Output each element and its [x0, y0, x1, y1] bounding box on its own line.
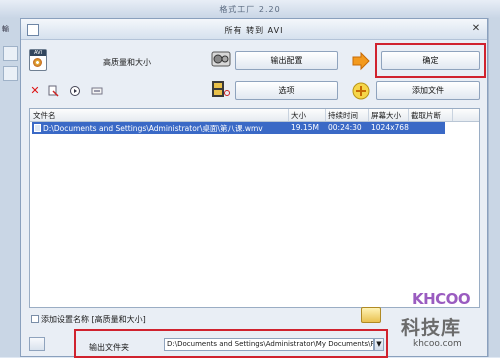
column-header-clip[interactable]: 截取片断 [411, 110, 441, 121]
save-setting-label: 添加设置名称 [高质量和大小] [41, 315, 146, 324]
column-header-size[interactable]: 大小 [291, 110, 306, 121]
background-sidebar: 輸 [0, 18, 21, 357]
table-row[interactable]: D:\Documents and Settings\Administrator\… [32, 122, 445, 134]
row-filename: D:\Documents and Settings\Administrator\… [43, 124, 263, 133]
delete-icon[interactable]: ✕ [29, 85, 41, 97]
column-divider [452, 109, 453, 121]
background-titlebar: 格式工厂 2.20 [0, 0, 500, 18]
column-divider [288, 109, 289, 121]
ok-button[interactable]: 确定 [381, 51, 480, 70]
play-icon[interactable] [69, 85, 81, 97]
disc-icon [33, 58, 42, 67]
background-title: 格式工厂 2.20 [219, 5, 281, 14]
profile-label: 高质量和大小 [103, 58, 151, 67]
options-button[interactable]: 选项 [235, 81, 338, 100]
background-right-edge [488, 18, 500, 357]
info-icon[interactable] [91, 85, 103, 97]
video-file-icon [34, 124, 41, 132]
watermark-logo: KHCOO [412, 290, 471, 308]
output-folder-label: 输出文件夹 [89, 343, 129, 352]
column-header-screen-size[interactable]: 屏幕大小 [371, 110, 401, 121]
avi-format-tag: AVI [30, 50, 46, 56]
chevron-down-icon[interactable]: ▼ [374, 338, 384, 351]
clear-icon[interactable] [47, 85, 59, 97]
background-tool-icon[interactable] [3, 46, 18, 61]
folder-icon[interactable] [361, 307, 381, 323]
row-screen-size: 1024x768 [371, 123, 409, 132]
column-header-filename[interactable]: 文件名 [33, 110, 56, 121]
row-size: 19.15M [291, 123, 319, 132]
avi-format-icon: AVI [29, 49, 47, 71]
save-setting-checkbox[interactable] [31, 315, 39, 323]
dialog-titlebar: 所有 转到 AVI ✕ [21, 19, 487, 40]
monitor-icon[interactable] [29, 337, 45, 351]
close-icon[interactable]: ✕ [469, 22, 483, 35]
watermark-url: khcoo.com [413, 339, 462, 349]
output-config-button[interactable]: 输出配置 [235, 51, 338, 70]
column-divider [368, 109, 369, 121]
column-header-duration[interactable]: 持续时间 [328, 110, 358, 121]
row-duration: 00:24:30 [328, 123, 362, 132]
arrow-right-icon [351, 51, 371, 71]
background-tool-icon[interactable] [3, 66, 18, 81]
background-sidebar-label: 輸 [2, 25, 9, 33]
add-file-icon [351, 81, 371, 101]
table-header: 文件名 大小 持续时间 屏幕大小 截取片断 [30, 109, 479, 122]
gear-icon [211, 49, 231, 69]
film-scissors-icon [211, 79, 231, 99]
dialog-title: 所有 转到 AVI [224, 26, 284, 35]
column-divider [325, 109, 326, 121]
output-folder-field[interactable]: D:\Documents and Settings\Administrator\… [164, 338, 374, 351]
column-divider [408, 109, 409, 121]
watermark-text: 科技库 [401, 317, 462, 339]
file-table: 文件名 大小 持续时间 屏幕大小 截取片断 D:\Documents and S… [29, 108, 480, 308]
add-file-button[interactable]: 添加文件 [376, 81, 480, 100]
